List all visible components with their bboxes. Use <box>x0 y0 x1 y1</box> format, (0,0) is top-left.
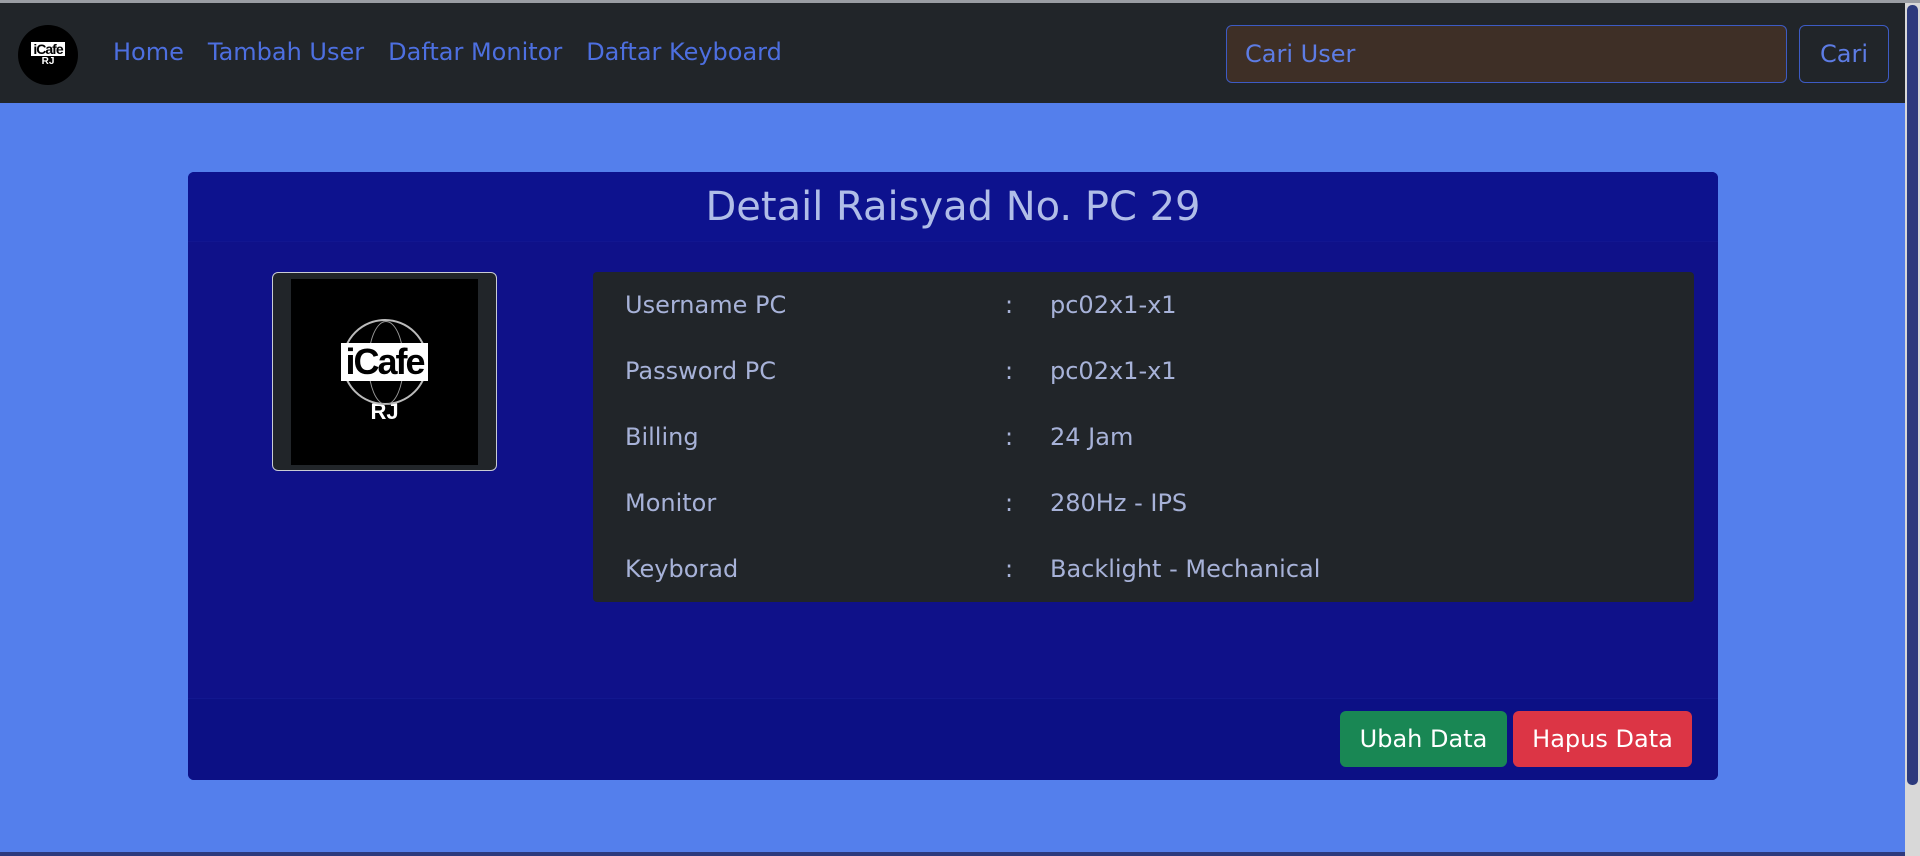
table-row: Username PC : pc02x1-x1 <box>593 272 1694 338</box>
row-value: pc02x1-x1 <box>1050 291 1177 319</box>
nav-link-home[interactable]: Home <box>113 38 184 66</box>
nav-link-daftar-monitor[interactable]: Daftar Monitor <box>388 38 562 66</box>
brand-logo-subtext: RJ <box>41 56 55 67</box>
row-label: Keyborad <box>625 555 739 583</box>
search-input[interactable] <box>1226 25 1787 83</box>
user-photo-frame: iCafe RJ <box>272 272 497 471</box>
table-row: Password PC : pc02x1-x1 <box>593 338 1694 404</box>
nav-link-tambah-user[interactable]: Tambah User <box>208 38 364 66</box>
row-value: pc02x1-x1 <box>1050 357 1177 385</box>
brand-logo[interactable]: iCafe RJ <box>18 25 78 85</box>
row-separator: : <box>1005 357 1014 385</box>
row-label: Username PC <box>625 291 787 319</box>
card-header: Detail Raisyad No. PC 29 <box>188 172 1718 242</box>
row-value: 280Hz - IPS <box>1050 489 1188 517</box>
row-label: Monitor <box>625 489 717 517</box>
row-separator: : <box>1005 291 1014 319</box>
delete-button[interactable]: Hapus Data <box>1513 711 1692 767</box>
table-row: Keyborad : Backlight - Mechanical <box>593 536 1694 602</box>
search-button[interactable]: Cari <box>1799 25 1889 83</box>
row-value: 24 Jam <box>1050 423 1134 451</box>
page-title: Detail Raisyad No. PC 29 <box>705 183 1201 230</box>
globe-icon: iCafe <box>341 319 428 405</box>
card-footer: Ubah Data Hapus Data <box>188 698 1718 780</box>
nav-links: Home Tambah User Daftar Monitor Daftar K… <box>113 38 782 66</box>
brand-logo-text: iCafe <box>31 41 65 57</box>
row-separator: : <box>1005 423 1014 451</box>
user-photo: iCafe RJ <box>291 279 478 465</box>
row-label: Billing <box>625 423 699 451</box>
detail-card: Detail Raisyad No. PC 29 iCafe RJ Userna… <box>188 172 1718 780</box>
detail-table: Username PC : pc02x1-x1 Password PC : pc… <box>593 272 1694 602</box>
photo-logo-text: iCafe <box>341 343 428 381</box>
edit-button[interactable]: Ubah Data <box>1340 711 1507 767</box>
row-separator: : <box>1005 489 1014 517</box>
window-bottom-border <box>0 852 1905 856</box>
nav-link-daftar-keyboard[interactable]: Daftar Keyboard <box>586 38 782 66</box>
table-row: Monitor : 280Hz - IPS <box>593 470 1694 536</box>
row-value: Backlight - Mechanical <box>1050 555 1321 583</box>
scrollbar-thumb[interactable] <box>1907 5 1918 785</box>
navbar: iCafe RJ Home Tambah User Daftar Monitor… <box>0 3 1905 103</box>
table-row: Billing : 24 Jam <box>593 404 1694 470</box>
row-separator: : <box>1005 555 1014 583</box>
row-label: Password PC <box>625 357 776 385</box>
